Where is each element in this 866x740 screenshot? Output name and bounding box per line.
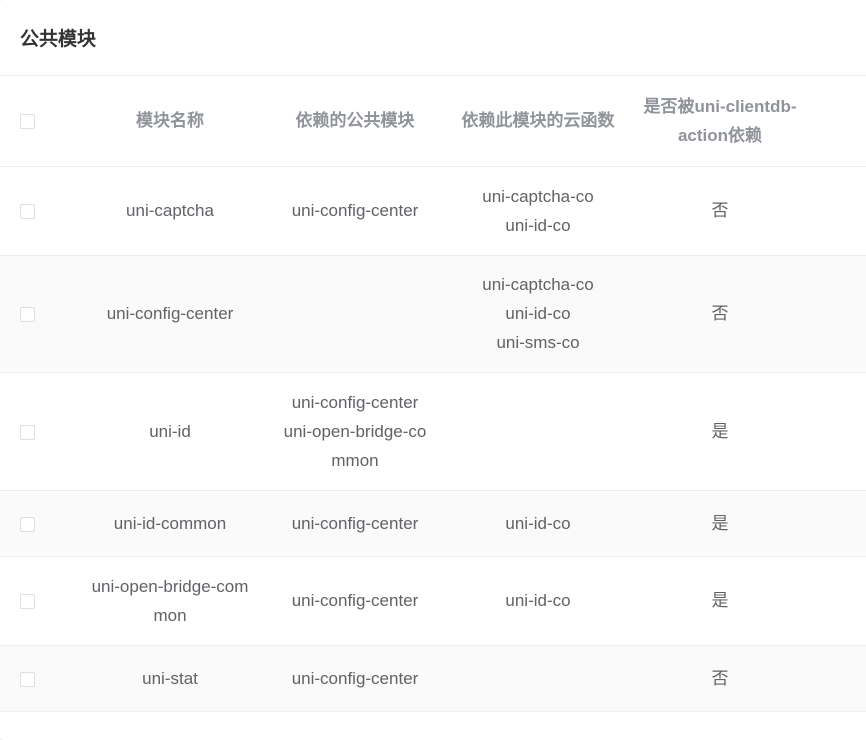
dependent-item: uni-id-co (505, 513, 571, 533)
header-clientdb-dependency: 是否被uni-clientdb- action依赖 (628, 76, 812, 167)
dependent-item: uni-captcha-co (482, 186, 594, 206)
module-deps: uni-config-center uni-open-bridge-co mmo… (262, 372, 448, 491)
dep-item: uni-config-center (291, 513, 419, 533)
modules-table: 模块名称 依赖的公共模块 依赖此模块的云函数 是否被uni-clientdb- … (0, 76, 866, 712)
row-checkbox[interactable] (20, 307, 35, 323)
module-deps: uni-config-center (262, 645, 448, 712)
module-name: uni-stat (78, 645, 262, 712)
row-checkbox-cell (0, 645, 78, 712)
row-checkbox-cell (0, 255, 78, 373)
dep-item: mmon (331, 450, 379, 470)
dependent-item: uni-id-co (505, 591, 571, 610)
row-checkbox[interactable] (20, 594, 35, 610)
table-row[interactable]: uni-stat uni-config-center 否 (0, 645, 866, 712)
header-spacer (812, 76, 866, 167)
dep-item: uni-config-center (291, 392, 419, 412)
module-deps: uni-config-center (262, 556, 448, 646)
clientdb-flag: 是 (628, 490, 812, 557)
dependent-item: uni-id-co (505, 304, 571, 323)
table-header-row: 模块名称 依赖的公共模块 依赖此模块的云函数 是否被uni-clientdb- … (0, 76, 866, 167)
row-spacer (812, 166, 866, 256)
module-dependents: uni-captcha-co uni-id-co uni-sms-co (448, 255, 628, 373)
header-dependencies: 依赖的公共模块 (262, 76, 448, 167)
module-name-line: mon (153, 605, 187, 625)
public-modules-panel: 公共模块 模块名称 依赖的公共模块 依赖此模块的云函数 是否被uni-clien… (0, 0, 866, 740)
header-dependent-functions: 依赖此模块的云函数 (448, 76, 628, 167)
dep-item: uni-config-center (291, 668, 419, 688)
table-row[interactable]: uni-id-common uni-config-center uni-id-c… (0, 490, 866, 557)
module-name: uni-open-bridge-com mon (78, 556, 262, 646)
module-dependents (448, 372, 628, 491)
header-module-name: 模块名称 (78, 76, 262, 167)
module-name-line: uni-open-bridge-com (91, 576, 249, 596)
row-checkbox[interactable] (20, 204, 35, 220)
dep-item: uni-config-center (291, 591, 419, 610)
dependent-item: uni-id-co (505, 215, 571, 235)
table-row[interactable]: uni-id uni-config-center uni-open-bridge… (0, 372, 866, 491)
dep-item: uni-open-bridge-co (283, 421, 427, 441)
module-name: uni-config-center (78, 255, 262, 373)
module-dependents: uni-id-co (448, 490, 628, 557)
row-spacer (812, 372, 866, 491)
clientdb-flag: 否 (628, 255, 812, 373)
row-spacer (812, 490, 866, 557)
module-dependents: uni-id-co (448, 556, 628, 646)
table-row[interactable]: uni-open-bridge-com mon uni-config-cente… (0, 556, 866, 646)
dependent-item: uni-captcha-co (482, 275, 594, 294)
table-row[interactable]: uni-config-center uni-captcha-co uni-id-… (0, 255, 866, 373)
row-checkbox-cell (0, 490, 78, 557)
table-row[interactable]: uni-captcha uni-config-center uni-captch… (0, 166, 866, 256)
row-checkbox-cell (0, 556, 78, 646)
row-checkbox[interactable] (20, 516, 35, 532)
row-checkbox[interactable] (20, 671, 35, 687)
module-deps: uni-config-center (262, 166, 448, 256)
row-spacer (812, 255, 866, 373)
module-name: uni-id-common (78, 490, 262, 557)
dependent-item: uni-sms-co (496, 333, 580, 352)
row-spacer (812, 645, 866, 712)
header-clientdb-line2: action依赖 (677, 125, 763, 145)
clientdb-flag: 否 (628, 166, 812, 256)
row-spacer (812, 556, 866, 646)
select-all-checkbox[interactable] (20, 114, 35, 130)
row-checkbox-cell (0, 166, 78, 256)
clientdb-flag: 是 (628, 372, 812, 491)
module-dependents (448, 645, 628, 712)
clientdb-flag: 是 (628, 556, 812, 646)
panel-title: 公共模块 (0, 0, 866, 76)
row-checkbox[interactable] (20, 424, 35, 440)
module-name: uni-captcha (78, 166, 262, 256)
module-dependents: uni-captcha-co uni-id-co (448, 166, 628, 256)
dep-item: uni-config-center (291, 201, 419, 220)
header-clientdb-line1: 是否被uni-clientdb- (643, 96, 797, 116)
module-name: uni-id (78, 372, 262, 491)
module-deps (262, 255, 448, 373)
module-deps: uni-config-center (262, 490, 448, 557)
row-checkbox-cell (0, 372, 78, 491)
clientdb-flag: 否 (628, 645, 812, 712)
select-all-cell (0, 76, 78, 167)
